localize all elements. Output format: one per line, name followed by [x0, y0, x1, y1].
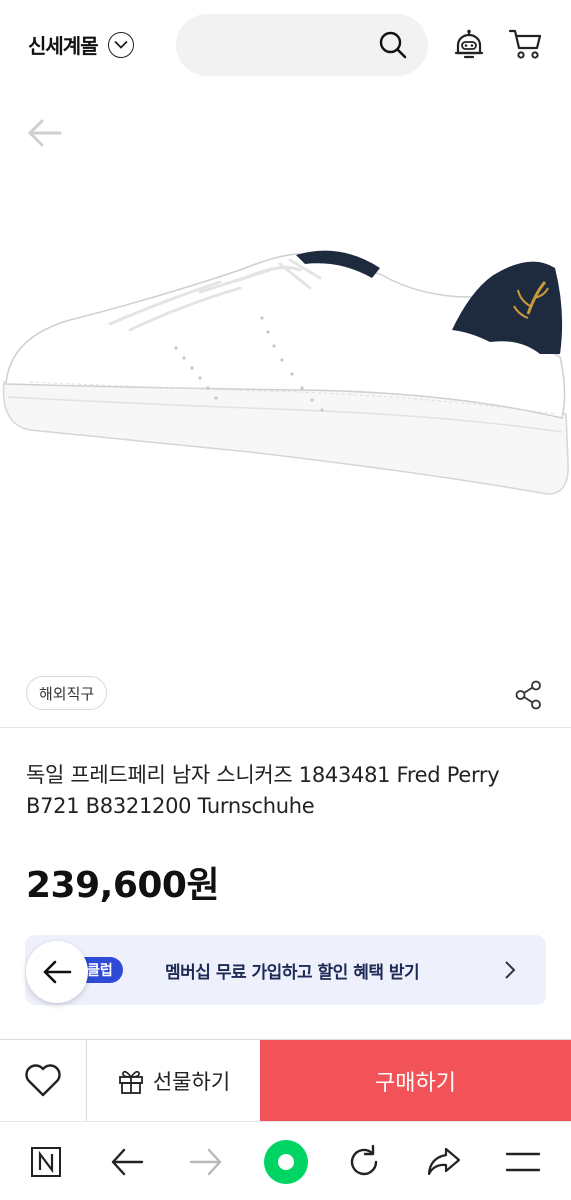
- product-image[interactable]: [0, 92, 571, 662]
- share-icon[interactable]: [514, 680, 544, 714]
- action-bar: 선물하기 구매하기: [0, 1039, 571, 1122]
- banner-text: 멤버십 무료 가입하고 할인 혜택 받기: [165, 963, 420, 983]
- forward-icon[interactable]: [186, 1142, 226, 1182]
- cart-icon[interactable]: [508, 28, 542, 64]
- floating-back-button[interactable]: [26, 941, 88, 1003]
- home-green-icon[interactable]: [263, 1139, 309, 1185]
- logo[interactable]: 신세계몰: [28, 30, 134, 59]
- back-icon[interactable]: [107, 1142, 147, 1182]
- browser-nav: [0, 1121, 571, 1200]
- buy-button[interactable]: 구매하기: [260, 1040, 571, 1122]
- sneaker-image: [2, 250, 569, 495]
- gift-icon: [118, 1070, 143, 1094]
- search-input[interactable]: [176, 14, 428, 76]
- share-arrow-icon[interactable]: [424, 1142, 464, 1182]
- chevron-down-icon[interactable]: [107, 31, 134, 58]
- buy-label: 구매하기: [375, 1071, 456, 1096]
- back-arrow-icon[interactable]: [26, 118, 62, 152]
- menu-icon[interactable]: [503, 1142, 543, 1182]
- back-arrow-icon: [43, 960, 72, 984]
- heart-icon: [25, 1064, 61, 1097]
- chevron-right-icon: [504, 960, 516, 984]
- tag-row: 해외직구: [0, 672, 571, 728]
- logo-text: 신세계몰: [28, 34, 99, 58]
- header: 신세계몰: [0, 0, 571, 92]
- n-logo-icon[interactable]: [26, 1142, 66, 1182]
- product-price: 239,600원: [26, 865, 220, 906]
- gift-button[interactable]: 선물하기: [87, 1040, 260, 1122]
- overseas-direct-tag: 해외직구: [26, 676, 108, 710]
- bot-icon[interactable]: [453, 29, 485, 65]
- product-title: 독일 프레드페리 남자 스니커즈 1843481 Fred Perry B721…: [26, 763, 500, 818]
- refresh-icon[interactable]: [344, 1142, 384, 1182]
- wishlist-button[interactable]: [0, 1040, 87, 1122]
- membership-banner[interactable]: 클럽 멤버십 무료 가입하고 할인 혜택 받기: [25, 935, 546, 1005]
- search-icon[interactable]: [378, 30, 408, 64]
- gift-label: 선물하기: [152, 1070, 231, 1094]
